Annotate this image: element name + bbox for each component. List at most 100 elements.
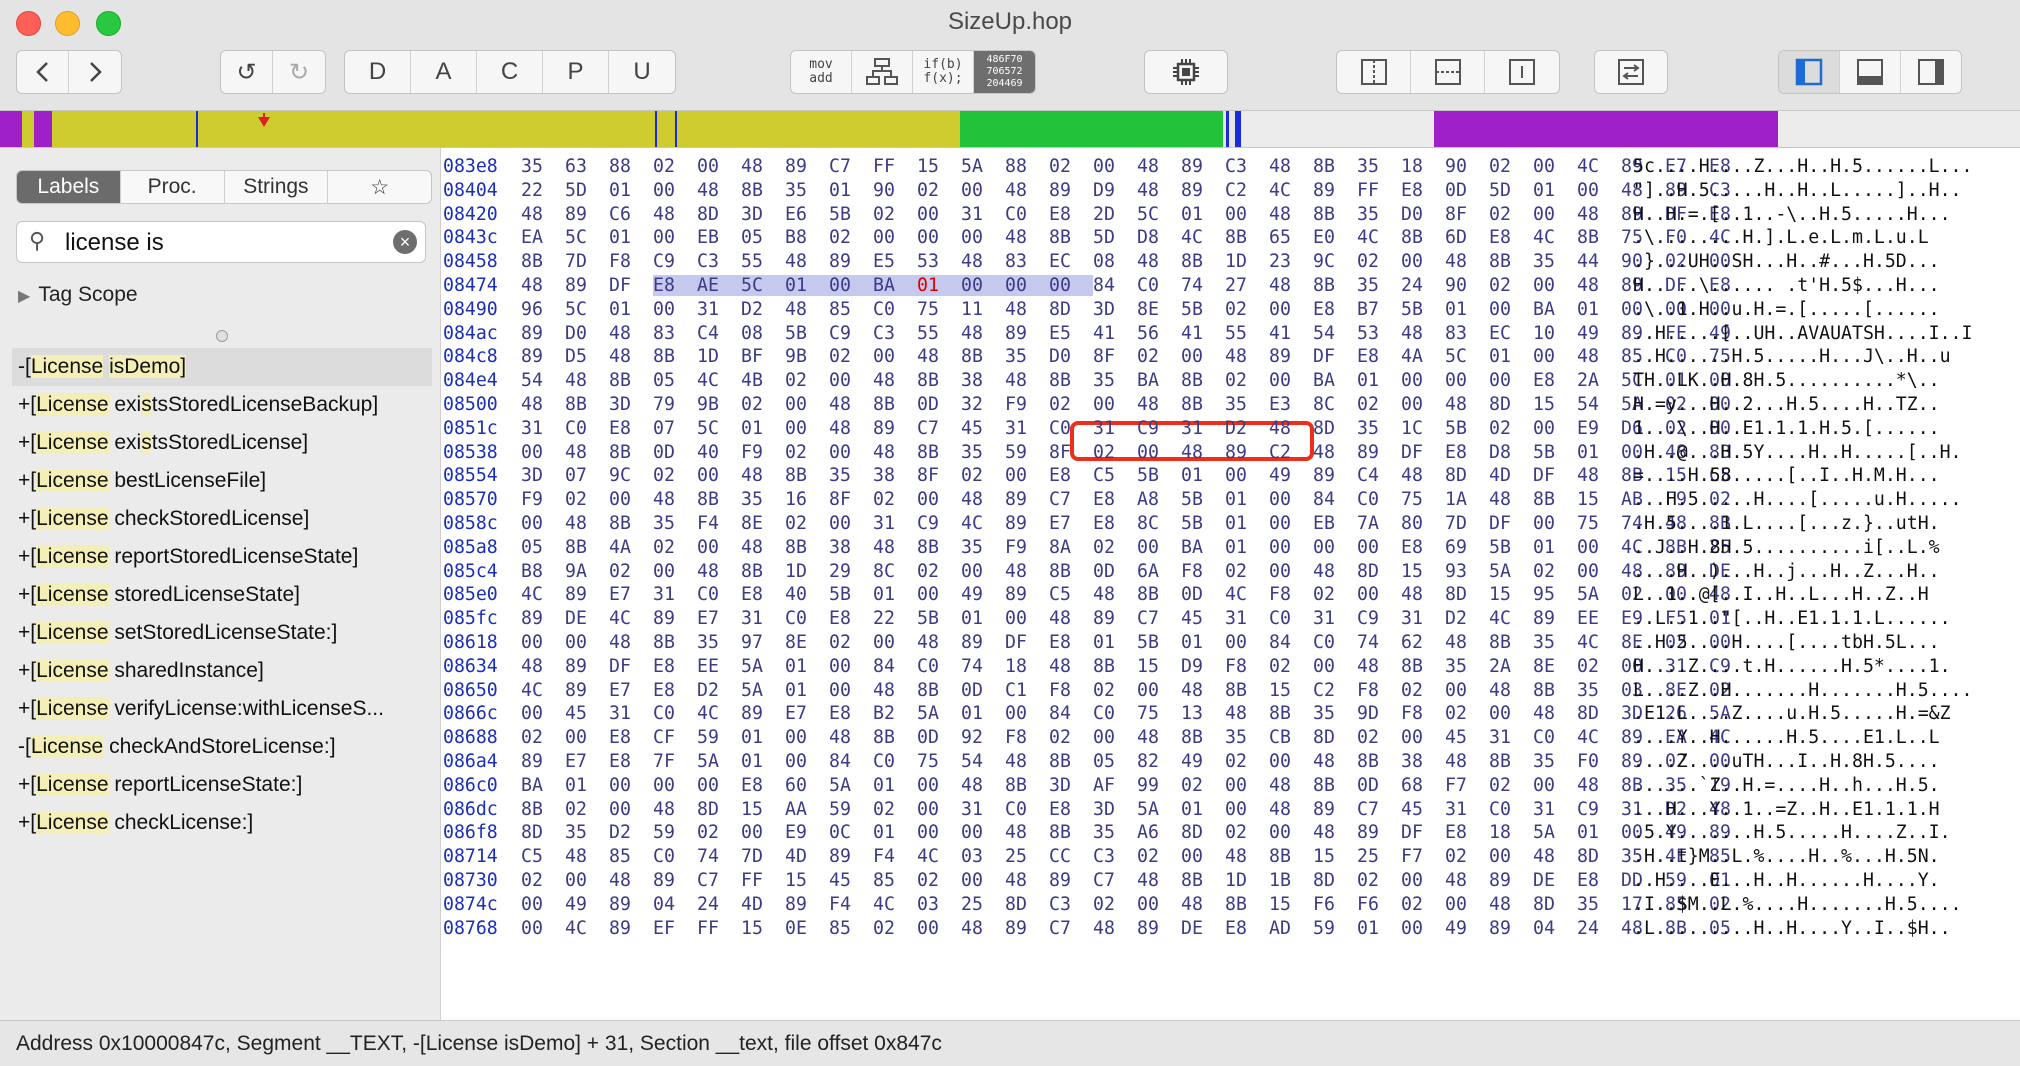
hex-byte[interactable]: 00 <box>961 561 1005 582</box>
hex-byte[interactable]: 8E <box>741 513 785 534</box>
hex-byte[interactable]: 00 <box>1093 156 1137 177</box>
hex-byte[interactable]: 8B <box>697 489 741 510</box>
hex-byte[interactable]: 31 <box>1005 418 1049 439</box>
hex-byte[interactable]: 35 <box>1357 275 1401 296</box>
hex-byte[interactable]: 85 <box>829 918 873 939</box>
hex-byte[interactable]: 8B <box>1313 775 1357 796</box>
hex-byte[interactable]: 01 <box>741 418 785 439</box>
hex-byte[interactable]: 89 <box>653 608 697 629</box>
hex-row[interactable]: 08618 00 00 48 8B 35 97 8E 02 00 48 89 DF E8 01 5B 01 00 8… <box>441 632 2020 656</box>
hex-byte[interactable]: 48 <box>741 537 785 558</box>
hex-byte[interactable]: 01 <box>609 299 653 320</box>
hex-byte[interactable]: A8 <box>1137 489 1181 510</box>
hex-byte[interactable]: 84 <box>1269 632 1313 653</box>
hex-byte[interactable]: 49 <box>1577 323 1621 344</box>
hex-byte[interactable]: 02 <box>1093 537 1137 558</box>
hex-byte[interactable]: 48 <box>1489 489 1533 510</box>
hex-byte[interactable]: D2 <box>1445 608 1489 629</box>
hex-byte[interactable]: C7 <box>697 870 741 891</box>
hex-byte[interactable]: E8 <box>741 775 785 796</box>
hex-byte[interactable]: 8B <box>609 513 653 534</box>
hex-byte[interactable]: 5B <box>1445 418 1489 439</box>
hex-byte[interactable]: 5B <box>1181 299 1225 320</box>
hex-byte[interactable]: 48 <box>1445 870 1489 891</box>
hex-byte[interactable]: 00 <box>1269 561 1313 582</box>
hex-byte[interactable]: 1D <box>697 346 741 367</box>
hex-byte[interactable]: 00 <box>1005 465 1049 486</box>
hex-byte[interactable]: 15 <box>741 918 785 939</box>
hex-byte[interactable]: 00 <box>521 918 565 939</box>
hex-byte[interactable]: 00 <box>1445 894 1489 915</box>
hex-byte[interactable]: 48 <box>1269 775 1313 796</box>
view-hex-button[interactable]: 486F70 706572 204469 <box>974 51 1035 93</box>
hex-byte[interactable]: C0 <box>697 584 741 605</box>
hex-byte[interactable]: 00 <box>1049 275 1093 296</box>
hex-byte[interactable]: E8 <box>1049 204 1093 225</box>
hex-byte[interactable]: 02 <box>1093 680 1137 701</box>
hex-byte[interactable]: 89 <box>785 894 829 915</box>
hex-byte[interactable]: 7D <box>1445 513 1489 534</box>
hex-byte[interactable]: 24 <box>1577 918 1621 939</box>
hex-byte[interactable]: 00 <box>521 513 565 534</box>
hex-byte[interactable]: 48 <box>1269 799 1313 820</box>
hex-byte[interactable]: A6 <box>1137 822 1181 843</box>
hex-byte[interactable]: 23 <box>1269 251 1313 272</box>
hex-byte[interactable]: 00 <box>1225 775 1269 796</box>
forward-button[interactable] <box>69 51 121 93</box>
hex-byte[interactable]: 35 <box>1533 251 1577 272</box>
hex-byte[interactable]: 8B <box>917 442 961 463</box>
hex-byte[interactable]: 00 <box>697 465 741 486</box>
hex-byte[interactable]: 48 <box>1093 918 1137 939</box>
hex-byte[interactable]: 8B <box>1313 156 1357 177</box>
hex-byte[interactable]: 89 <box>565 275 609 296</box>
hex-byte[interactable]: 90 <box>1445 156 1489 177</box>
hex-byte[interactable]: 00 <box>609 799 653 820</box>
hex-byte[interactable]: E3 <box>1269 394 1313 415</box>
hex-byte[interactable]: DF <box>1313 346 1357 367</box>
hex-byte[interactable]: C3 <box>1093 846 1137 867</box>
hex-byte[interactable]: 35 <box>1313 703 1357 724</box>
hex-byte[interactable]: 08 <box>1093 251 1137 272</box>
hex-byte[interactable]: 8D <box>1049 299 1093 320</box>
hex-byte[interactable]: 0D <box>961 680 1005 701</box>
hex-byte[interactable]: C0 <box>653 703 697 724</box>
hex-byte[interactable]: 48 <box>961 323 1005 344</box>
hex-byte[interactable]: 00 <box>873 346 917 367</box>
hex-byte[interactable]: 89 <box>565 656 609 677</box>
hex-byte[interactable]: 4C <box>609 608 653 629</box>
hex-byte[interactable]: 02 <box>873 799 917 820</box>
hex-byte[interactable]: 48 <box>1401 465 1445 486</box>
hex-byte[interactable]: 48 <box>1005 561 1049 582</box>
hex-byte[interactable]: C0 <box>873 751 917 772</box>
hex-byte[interactable]: 00 <box>1445 680 1489 701</box>
hex-byte[interactable]: 89 <box>1313 180 1357 201</box>
hex-byte[interactable]: 4C <box>1225 584 1269 605</box>
hex-byte[interactable]: 00 <box>961 822 1005 843</box>
hex-byte[interactable]: 38 <box>829 537 873 558</box>
hex-byte[interactable]: 35 <box>1445 656 1489 677</box>
hex-byte[interactable]: 54 <box>521 370 565 391</box>
hex-byte[interactable]: C9 <box>917 513 961 534</box>
hex-byte[interactable]: C0 <box>1357 489 1401 510</box>
hex-byte[interactable]: 89 <box>653 870 697 891</box>
hex-byte[interactable]: 02 <box>829 227 873 248</box>
hex-byte[interactable]: 5B <box>829 584 873 605</box>
hex-byte[interactable]: 85 <box>829 299 873 320</box>
hex-byte[interactable]: 92 <box>961 727 1005 748</box>
hex-byte[interactable]: C2 <box>1269 442 1313 463</box>
hex-byte[interactable]: 35 <box>785 180 829 201</box>
hex-byte[interactable]: 56 <box>1137 323 1181 344</box>
hex-byte[interactable]: BA <box>1137 370 1181 391</box>
hex-byte[interactable]: 5A <box>1489 561 1533 582</box>
hex-byte[interactable]: DE <box>1533 870 1577 891</box>
hex-byte[interactable]: DF <box>1401 822 1445 843</box>
hex-byte[interactable]: 00 <box>1093 727 1137 748</box>
hex-byte[interactable]: 48 <box>1445 394 1489 415</box>
hex-byte[interactable]: 8F <box>1445 204 1489 225</box>
hex-byte[interactable]: 54 <box>1313 323 1357 344</box>
hex-byte[interactable]: 8B <box>1225 894 1269 915</box>
hex-byte[interactable]: 89 <box>565 584 609 605</box>
hex-byte[interactable]: 4C <box>565 918 609 939</box>
hex-byte[interactable]: C0 <box>1005 799 1049 820</box>
hex-byte[interactable]: 00 <box>1269 751 1313 772</box>
